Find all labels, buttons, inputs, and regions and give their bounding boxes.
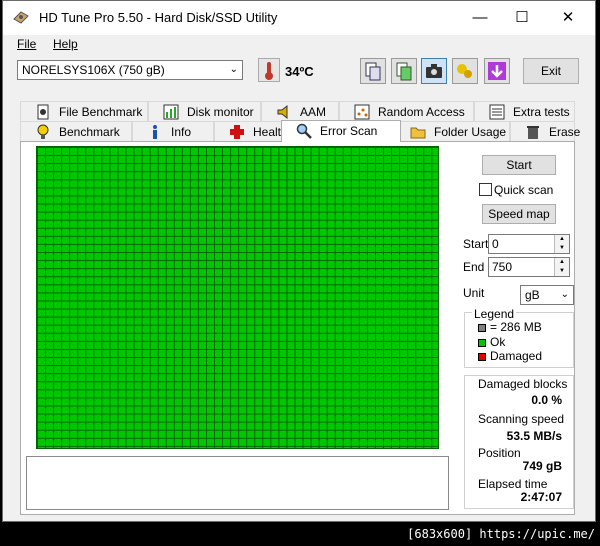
thermometer-icon — [258, 58, 280, 82]
speaker-icon — [277, 104, 288, 120]
disk-monitor-icon — [163, 104, 179, 120]
damaged-blocks-value: 0.0 % — [531, 393, 562, 407]
tools-icon — [457, 64, 472, 78]
legend-damaged: Damaged — [490, 349, 543, 363]
copy-green-icon — [396, 62, 412, 81]
scan-log-box[interactable] — [26, 456, 449, 510]
tab-strip: File Benchmark Disk monitor AAM Random A… — [20, 100, 580, 142]
legend-ok: Ok — [490, 335, 506, 349]
start-label: Start — [463, 237, 489, 251]
maximize-button[interactable]: ☐ — [499, 1, 545, 35]
magnifier-icon — [296, 123, 312, 139]
copy-info-button[interactable] — [360, 58, 386, 84]
file-benchmark-icon — [37, 104, 49, 120]
close-button[interactable]: ✕ — [545, 1, 591, 35]
scanning-speed-value: 53.5 MB/s — [506, 429, 562, 443]
menu-help[interactable]: Help — [53, 37, 78, 51]
tab-extra-tests[interactable]: Extra tests — [474, 101, 575, 121]
spin-up-icon[interactable]: ▲ — [554, 235, 569, 244]
speed-map-button[interactable]: Speed map — [482, 204, 556, 224]
end-label: End — [463, 260, 485, 274]
unit-label: Unit — [463, 286, 485, 300]
unit-select[interactable]: gB ⌄ — [520, 285, 574, 305]
damaged-swatch — [478, 353, 486, 361]
image-host-watermark: [683x600] https://upic.me/ — [407, 527, 595, 541]
tab-info[interactable]: Info — [132, 121, 214, 141]
tab-disk-monitor[interactable]: Disk monitor — [148, 101, 261, 121]
toolbar: NORELSYS106X (750 gB) ⌄ 34ºC Exit — [0, 56, 592, 90]
lightbulb-icon — [37, 124, 49, 139]
legend-title: Legend — [472, 307, 517, 321]
chevron-down-icon: ⌄ — [560, 289, 569, 300]
legend-block-size: = 286 MB — [490, 320, 542, 334]
copy-all-button[interactable] — [391, 58, 417, 84]
health-cross-icon — [230, 125, 244, 139]
menu-bar: File Help — [3, 35, 595, 53]
tab-error-scan[interactable]: Error Scan — [281, 120, 401, 142]
temperature-readout: 34ºC — [285, 64, 314, 79]
download-arrow-icon — [488, 62, 506, 80]
start-input[interactable]: 0 ▲ ▼ — [488, 234, 570, 254]
start-button[interactable]: Start — [482, 155, 556, 175]
tab-folder-usage[interactable]: Folder Usage — [395, 121, 510, 141]
tab-aam[interactable]: AAM — [261, 101, 339, 121]
ok-swatch — [478, 339, 486, 347]
quick-scan-checkbox[interactable] — [479, 183, 492, 196]
position-value: 749 gB — [522, 459, 562, 473]
trash-icon — [527, 126, 539, 139]
tab-erase[interactable]: Erase — [510, 121, 580, 141]
folder-icon — [410, 127, 426, 139]
block-swatch — [478, 324, 486, 332]
spin-down-icon[interactable]: ▼ — [554, 267, 569, 276]
extra-tests-icon — [489, 104, 505, 120]
tab-benchmark[interactable]: Benchmark — [20, 121, 132, 141]
damaged-blocks-label: Damaged blocks — [478, 377, 568, 391]
error-scan-block-map — [36, 146, 439, 449]
window-title: HD Tune Pro 5.50 - Hard Disk/SSD Utility — [39, 10, 278, 25]
copy-icon — [365, 62, 381, 81]
screenshot-button[interactable] — [421, 58, 447, 84]
random-access-icon — [354, 104, 370, 120]
menu-file[interactable]: File — [17, 37, 36, 51]
end-input[interactable]: 750 ▲ ▼ — [488, 257, 570, 277]
scanning-speed-label: Scanning speed — [478, 412, 565, 426]
elapsed-time-label: Elapsed time — [478, 477, 548, 491]
spin-up-icon[interactable]: ▲ — [554, 258, 569, 267]
exit-button[interactable]: Exit — [523, 58, 579, 84]
info-icon — [153, 125, 157, 139]
tab-file-benchmark[interactable]: File Benchmark — [20, 101, 148, 121]
elapsed-time-value: 2:47:07 — [520, 490, 562, 504]
camera-icon — [426, 64, 442, 78]
position-label: Position — [478, 446, 521, 460]
save-button[interactable] — [484, 58, 510, 84]
spin-down-icon[interactable]: ▼ — [554, 244, 569, 253]
quick-scan-label: Quick scan — [494, 183, 554, 197]
title-bar[interactable]: HD Tune Pro 5.50 - Hard Disk/SSD Utility… — [3, 1, 595, 35]
minimize-button[interactable]: — — [457, 1, 503, 35]
tab-random-access[interactable]: Random Access — [339, 101, 474, 121]
drive-select[interactable]: NORELSYS106X (750 gB) ⌄ — [17, 60, 243, 80]
options-button[interactable] — [452, 58, 478, 84]
app-icon — [13, 11, 29, 24]
chevron-down-icon: ⌄ — [229, 64, 238, 75]
